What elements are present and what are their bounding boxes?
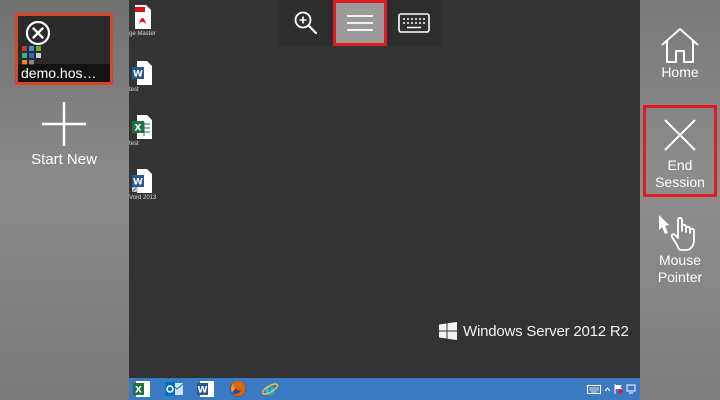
- home-label: Home: [661, 64, 699, 80]
- hamburger-menu-icon: [347, 15, 373, 31]
- top-toolbar: [279, 0, 441, 46]
- excel-doc-icon: X: [132, 115, 152, 139]
- word-app-icon: W: [131, 169, 152, 193]
- word-doc-icon: W: [132, 61, 152, 85]
- left-panel: demo.hos… Start New: [0, 0, 129, 400]
- end-session-label-line1: End: [667, 157, 693, 173]
- keyboard-icon: [398, 13, 430, 33]
- svg-text:W: W: [133, 70, 143, 80]
- mouse-pointer-button[interactable]: Mouse Pointer: [643, 212, 717, 292]
- desktop-icon-caption: test: [129, 87, 139, 93]
- tray-network-icon[interactable]: [626, 384, 636, 394]
- svg-text:W: W: [198, 386, 208, 396]
- zoom-button[interactable]: [279, 0, 333, 46]
- tray-flag-icon[interactable]: [614, 384, 623, 394]
- mouse-pointer-label-line2: Pointer: [657, 269, 703, 285]
- session-label: demo.hos…: [18, 64, 110, 82]
- desktop-icon-caption: Vord 2013: [129, 195, 157, 201]
- tray-chevron-up-icon[interactable]: [604, 386, 611, 393]
- close-icon: [664, 119, 696, 151]
- start-new-button[interactable]: Start New: [18, 100, 110, 170]
- desktop-icon-caption: ge Master: [129, 31, 156, 37]
- zoom-in-icon: [294, 11, 318, 35]
- firefox-icon[interactable]: [229, 380, 247, 398]
- keyboard-button[interactable]: [387, 0, 441, 46]
- desktop-icon-word-app[interactable]: W Vord 2013: [129, 168, 169, 201]
- desktop-icon-excel-doc[interactable]: X test: [129, 114, 169, 147]
- pdf-icon: [135, 5, 151, 29]
- internet-explorer-icon[interactable]: e: [261, 380, 279, 398]
- tray-keyboard-icon[interactable]: [587, 384, 601, 394]
- plus-icon: [42, 102, 86, 146]
- word-icon[interactable]: W: [197, 380, 215, 398]
- desktop-icon-caption: test: [129, 141, 139, 147]
- menu-button[interactable]: [333, 0, 387, 46]
- session-thumbnail[interactable]: demo.hos…: [15, 13, 113, 85]
- mouse-pointer-label-line1: Mouse: [658, 252, 702, 268]
- windows-server-brand: Windows Server 2012 R2: [439, 320, 629, 342]
- close-session-icon[interactable]: [25, 20, 51, 46]
- windows-server-text: Windows Server 2012 R2: [463, 322, 629, 340]
- hand-pointer-icon: [659, 215, 695, 251]
- end-session-button[interactable]: End Session: [643, 105, 717, 197]
- excel-icon[interactable]: X: [133, 380, 151, 398]
- windows-logo-icon: [439, 322, 457, 340]
- desktop-icon-word-doc[interactable]: W test: [129, 60, 169, 93]
- remote-desktop[interactable]: ge Master W test X test W Vord 2013 Wind…: [129, 0, 640, 400]
- home-icon: [661, 27, 699, 63]
- home-button[interactable]: Home: [643, 26, 717, 92]
- outlook-icon[interactable]: [165, 380, 183, 398]
- end-session-label-line2: Session: [655, 174, 705, 190]
- svg-text:W: W: [133, 178, 143, 188]
- system-tray: [587, 382, 636, 396]
- windows-taskbar: X W e: [129, 378, 640, 400]
- svg-text:e: e: [265, 380, 275, 398]
- right-panel: Home End Session Mouse Pointer: [640, 0, 720, 400]
- svg-text:X: X: [135, 386, 142, 396]
- desktop-icon-pdf[interactable]: ge Master: [129, 4, 169, 37]
- start-new-label: Start New: [31, 151, 97, 168]
- svg-text:X: X: [135, 124, 142, 134]
